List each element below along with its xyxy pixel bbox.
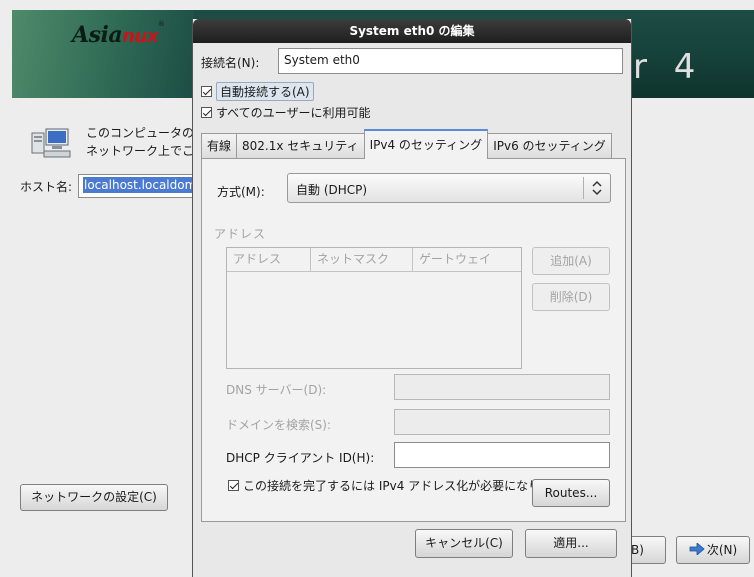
description-line: ネットワーク上でこ (86, 144, 195, 158)
add-address-button[interactable]: 追加(A) (532, 247, 610, 275)
combo-separator (583, 177, 584, 199)
network-config-button[interactable]: ネットワークの設定(C) (20, 484, 168, 511)
search-domains-input[interactable] (394, 409, 610, 435)
ipv4-settings-panel: 方式(M): 自動 (DHCP) アドレス アドレス ネットマスク ゲートウェイ… (201, 158, 626, 522)
addresses-table-header: アドレス ネットマスク ゲートウェイ (227, 248, 521, 272)
column-gateway[interactable]: ゲートウェイ (413, 248, 521, 272)
tab-8021x-security[interactable]: 802.1x セキュリティ (236, 133, 365, 159)
arrow-right-icon (689, 543, 705, 555)
banner-version-text: r 4 (633, 47, 704, 87)
hostname-input[interactable]: localhost.localdom (78, 174, 194, 198)
require-ipv4-row[interactable]: この接続を完了するには IPv4 アドレス化が必要になります (228, 476, 564, 494)
dns-servers-input[interactable] (394, 374, 610, 400)
search-domains-label: ドメインを検索(S): (226, 418, 332, 432)
method-select[interactable]: 自動 (DHCP) (287, 173, 611, 203)
delete-address-button[interactable]: 削除(D) (532, 283, 610, 311)
method-selected-value: 自動 (DHCP) (296, 183, 368, 197)
routes-button[interactable]: Routes... (532, 479, 610, 507)
logo-trademark: ® (158, 20, 165, 28)
column-netmask[interactable]: ネットマスク (311, 248, 413, 272)
addresses-table: アドレス ネットマスク ゲートウェイ (226, 247, 522, 369)
next-button-label: 次(N) (706, 543, 738, 557)
dialog-title: System eth0 の編集 (193, 19, 631, 43)
hostname-label: ホスト名: (20, 180, 73, 194)
dhcp-client-id-label: DHCP クライアント ID(H): (226, 451, 375, 465)
asianux-logo: Asianux (72, 22, 158, 48)
tab-wired[interactable]: 有線 (201, 133, 238, 159)
up-down-chevron-icon (592, 180, 602, 196)
auto-connect-label: 自動接続する(A) (216, 81, 314, 101)
addresses-heading: アドレス (214, 227, 267, 241)
settings-tabs: 有線 802.1x セキュリティ IPv4 のセッティング IPv6 のセッティ… (201, 129, 612, 159)
dns-servers-label: DNS サーバー(D): (226, 383, 327, 397)
edit-connection-dialog: System eth0 の編集 接続名(N): System eth0 自動接続… (192, 19, 632, 577)
hostname-selected-text: localhost.localdom (83, 177, 193, 193)
tab-ipv6-settings[interactable]: IPv6 のセッティング (487, 133, 612, 159)
method-label: 方式(M): (217, 185, 265, 199)
network-description: このコンピュータの ネットワーク上でこ (86, 124, 196, 160)
description-line: このコンピュータの (86, 126, 195, 140)
auto-connect-row[interactable]: 自動接続する(A) (201, 81, 314, 101)
require-ipv4-label: この接続を完了するには IPv4 アドレス化が必要になります (243, 478, 565, 493)
require-ipv4-checkbox[interactable] (228, 479, 239, 491)
dhcp-client-id-input[interactable] (394, 442, 610, 468)
network-computers-icon (31, 128, 71, 158)
all-users-row[interactable]: すべてのユーザーに利用可能 (201, 103, 370, 121)
connection-name-label: 接続名(N): (201, 56, 260, 70)
next-button[interactable]: 次(N) (676, 536, 750, 564)
all-users-checkbox[interactable] (201, 106, 212, 118)
cancel-button[interactable]: キャンセル(C) (415, 529, 513, 558)
connection-name-input[interactable]: System eth0 (278, 48, 623, 74)
column-address[interactable]: アドレス (227, 248, 311, 272)
auto-connect-checkbox[interactable] (201, 85, 212, 97)
all-users-label: すべてのユーザーに利用可能 (216, 105, 371, 120)
tab-ipv4-settings[interactable]: IPv4 のセッティング (363, 129, 489, 159)
apply-button[interactable]: 適用... (525, 529, 617, 558)
